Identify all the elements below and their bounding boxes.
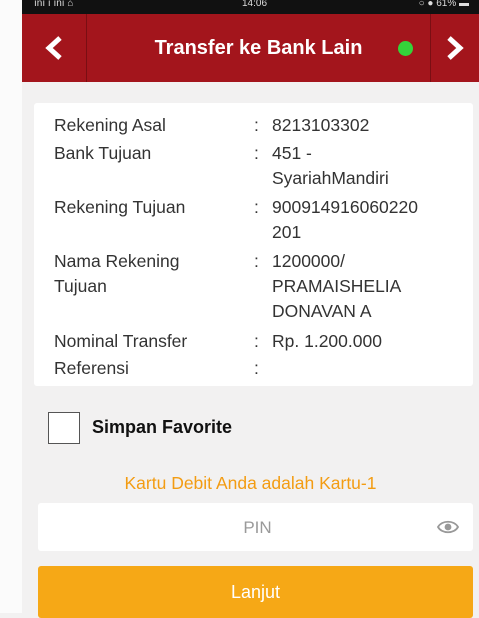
detail-value-line: DONAVAN A <box>272 301 372 321</box>
detail-separator: : <box>254 197 259 217</box>
page-title: Transfer ke Bank Lain <box>154 36 363 59</box>
lanjut-button[interactable]: Lanjut <box>38 566 473 618</box>
detail-label: Rekening Asal <box>54 115 166 135</box>
detail-value: 900914916060220 201 <box>272 195 467 245</box>
detail-separator: : <box>254 251 259 271</box>
status-dot-icon <box>398 41 413 56</box>
detail-value-line: 201 <box>272 222 302 242</box>
detail-label: Rekening Tujuan <box>54 197 186 217</box>
detail-separator: : <box>254 358 259 378</box>
eye-icon[interactable] <box>437 518 459 536</box>
battery-indicators: ○ ● 61% ▬ <box>418 0 469 9</box>
detail-value-line: 1200000/ <box>272 251 345 271</box>
detail-separator: : <box>254 331 259 351</box>
detail-value-line: SyariahMandiri <box>272 168 389 188</box>
left-margin <box>0 0 22 613</box>
detail-label-line: Nama Rekening <box>54 251 180 271</box>
status-bar: ını ı ını ⌂ 14:06 ○ ● 61% ▬ <box>22 0 479 14</box>
detail-value-line: 451 - <box>272 143 312 163</box>
detail-label-line: Tujuan <box>54 276 107 296</box>
back-button[interactable] <box>22 14 87 82</box>
detail-value-line: PRAMAISHELIA <box>272 276 402 296</box>
debit-card-note: Kartu Debit Anda adalah Kartu-1 <box>124 473 377 493</box>
signal-indicators: ını ı ını ⌂ <box>34 0 74 9</box>
detail-separator: : <box>254 143 259 163</box>
chevron-left-icon <box>45 36 62 60</box>
transfer-details-card: Rekening Asal : 8213103302 Bank Tujuan :… <box>34 103 473 386</box>
detail-value: 8213103302 <box>272 115 370 135</box>
chevron-right-icon <box>447 36 464 60</box>
app-header: Transfer ke Bank Lain <box>22 14 479 82</box>
pin-field <box>38 503 477 553</box>
detail-value: 451 - SyariahMandiri <box>272 141 467 191</box>
detail-label: Referensi <box>54 358 129 378</box>
favorite-checkbox[interactable] <box>48 412 80 444</box>
favorite-label[interactable]: Simpan Favorite <box>92 417 232 438</box>
detail-label: Nama Rekening Tujuan <box>54 249 239 299</box>
forward-button[interactable] <box>430 14 479 82</box>
detail-value-line: 900914916060220 <box>272 197 418 217</box>
detail-label: Nominal Transfer <box>54 331 188 351</box>
status-time: 14:06 <box>242 0 268 9</box>
detail-separator: : <box>254 115 259 135</box>
detail-value: Rp. 1.200.000 <box>272 331 382 351</box>
pin-input[interactable] <box>38 503 477 553</box>
detail-label: Bank Tujuan <box>54 143 152 163</box>
detail-value: 1200000/ PRAMAISHELIA DONAVAN A <box>272 249 467 324</box>
